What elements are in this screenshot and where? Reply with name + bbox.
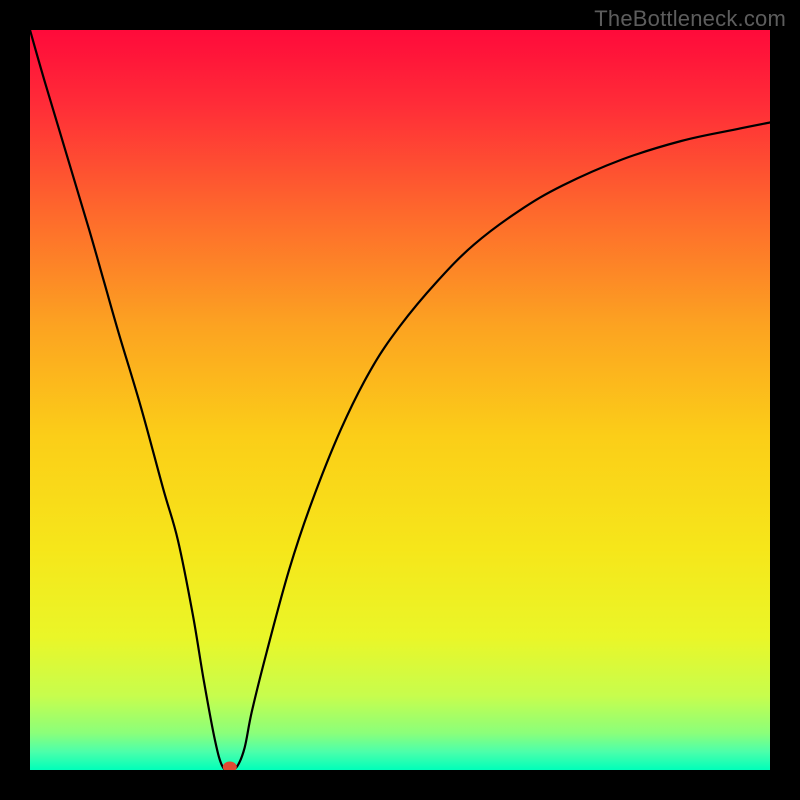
gradient-background [30, 30, 770, 770]
bottleneck-chart-svg [30, 30, 770, 770]
watermark-text: TheBottleneck.com [594, 6, 786, 32]
chart-frame: TheBottleneck.com [0, 0, 800, 800]
plot-area [30, 30, 770, 770]
